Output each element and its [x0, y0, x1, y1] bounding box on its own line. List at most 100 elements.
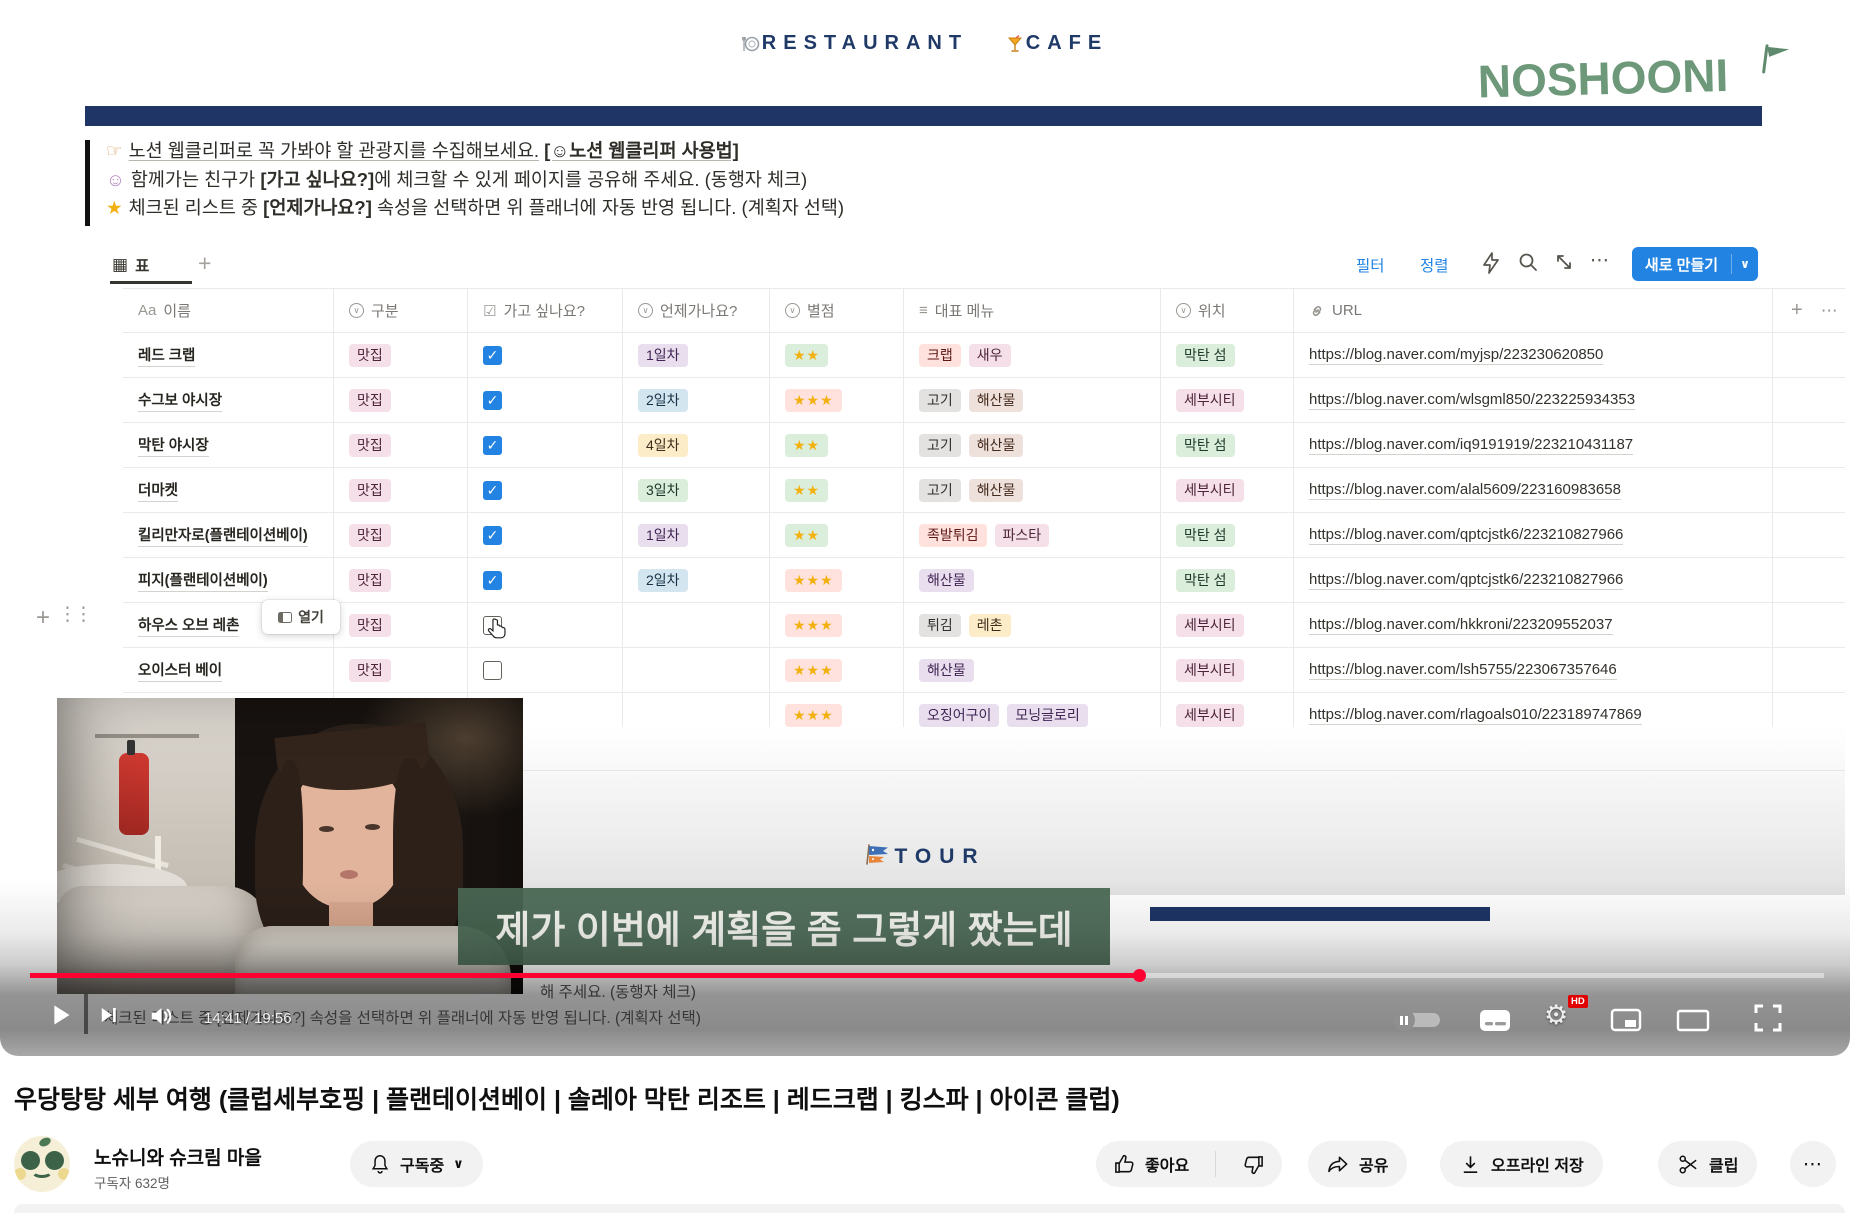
cell-rating[interactable]: ★★★ [770, 648, 904, 692]
cell-day[interactable]: 1일차 [623, 513, 770, 557]
cell-url[interactable]: https://blog.naver.com/myjsp/22323062085… [1294, 333, 1773, 377]
cell-url[interactable]: https://blog.naver.com/wlsgml850/2232259… [1294, 378, 1773, 422]
menu-tag[interactable]: 레촌 [969, 614, 1011, 637]
table-row[interactable]: 레드 크랩맛집✓1일차★★크랩새우막탄 섬https://blog.naver.… [123, 333, 1845, 378]
more-options-icon[interactable]: ⋯ [1590, 249, 1609, 272]
url-link[interactable]: https://blog.naver.com/rlagoals010/22318… [1309, 706, 1642, 725]
cell-location[interactable]: 막탄 섬 [1161, 423, 1294, 467]
cell-url[interactable]: https://blog.naver.com/lsh5755/223067357… [1294, 648, 1773, 692]
page-name-link[interactable]: 레드 크랩 [138, 344, 195, 367]
page-name-link[interactable]: 피지(플랜테이션베이) [138, 569, 268, 592]
category-tag[interactable]: 맛집 [349, 524, 391, 547]
tab-table-view[interactable]: ▦ 표 [112, 250, 149, 280]
location-tag[interactable]: 막탄 섬 [1176, 434, 1235, 457]
page-name-link[interactable]: 오이스터 베이 [138, 659, 222, 682]
location-tag[interactable]: 막탄 섬 [1176, 344, 1235, 367]
progress-scrubber[interactable] [1133, 969, 1146, 982]
cell-rating[interactable]: ★★ [770, 333, 904, 377]
cell-day[interactable]: 3일차 [623, 468, 770, 512]
rating-tag[interactable]: ★★ [785, 434, 828, 457]
menu-tag[interactable]: 해산물 [969, 434, 1024, 457]
column-header-대표 메뉴[interactable]: ≡대표 메뉴 [904, 289, 1161, 332]
column-header-구분[interactable]: ∨구분 [334, 289, 468, 332]
webclipper-guide-link[interactable]: [☺노션 웹클리퍼 사용법] [544, 140, 739, 161]
rating-tag[interactable]: ★★ [785, 344, 828, 367]
table-row[interactable]: 더마켓맛집✓3일차★★고기해산물세부시티https://blog.naver.c… [123, 468, 1845, 513]
page-name-link[interactable]: 더마켓 [138, 479, 178, 502]
cell-want-to-go[interactable]: ✓ [468, 333, 623, 377]
play-button[interactable] [44, 998, 78, 1037]
cell-day[interactable]: 2일차 [623, 558, 770, 602]
cell-menu[interactable]: 튀김레촌 [904, 603, 1161, 647]
rating-tag[interactable]: ★★★ [785, 389, 842, 412]
callout-link[interactable]: 노션 웹클리퍼로 꼭 가봐야 할 관광지를 수집해보세요. [129, 140, 539, 161]
checkbox-checked[interactable]: ✓ [483, 526, 502, 545]
theater-mode-button[interactable] [1676, 1009, 1710, 1037]
add-view-button[interactable]: + [198, 250, 211, 277]
cell-want-to-go[interactable]: ✓ [468, 558, 623, 602]
table-more-icon[interactable]: ⋯ [1821, 301, 1838, 321]
table-row[interactable]: 막탄 야시장맛집✓4일차★★고기해산물막탄 섬https://blog.nave… [123, 423, 1845, 468]
url-link[interactable]: https://blog.naver.com/qptcjstk6/2232108… [1309, 526, 1623, 545]
video-player[interactable]: RESTAURANT CAFE NOSHOONI ☞노션 웹클리퍼로 꼭 가봐야… [0, 0, 1850, 1056]
location-tag[interactable]: 막탄 섬 [1176, 524, 1235, 547]
cell-menu[interactable]: 고기해산물 [904, 468, 1161, 512]
cell-category[interactable]: 맛집 [334, 468, 468, 512]
cell-rating[interactable]: ★★★ [770, 558, 904, 602]
category-tag[interactable]: 맛집 [349, 614, 391, 637]
cell-location[interactable]: 세부시티 [1161, 378, 1294, 422]
page-name-link[interactable]: 막탄 야시장 [138, 434, 209, 457]
cell-rating[interactable]: ★★ [770, 513, 904, 557]
cell-name[interactable]: 레드 크랩 [123, 333, 334, 377]
table-row[interactable]: 오이스터 베이 맛집 ★★★ 해산물 세부시티https://blog.naver.co… [123, 648, 1845, 693]
cell-day[interactable]: 1일차 [623, 333, 770, 377]
menu-tag[interactable]: 오징어구이 [919, 704, 999, 727]
cell-location[interactable]: 세부시티 [1161, 603, 1294, 647]
location-tag[interactable]: 세부시티 [1176, 704, 1244, 727]
cell-rating[interactable]: ★★★ [770, 378, 904, 422]
url-link[interactable]: https://blog.naver.com/hkkroni/223209552… [1309, 616, 1613, 635]
category-tag[interactable]: 맛집 [349, 569, 391, 592]
cell-name[interactable]: 더마켓 [123, 468, 334, 512]
cell-name[interactable]: 오이스터 베이 [123, 648, 334, 692]
column-header-언제가나요?[interactable]: ∨언제가나요? [623, 289, 770, 332]
cell-rating[interactable]: ★★ [770, 423, 904, 467]
cell-rating[interactable]: ★★ [770, 468, 904, 512]
expand-icon[interactable] [1554, 252, 1574, 277]
table-row[interactable]: 하우스 오브 레촌맛집★★★튀김레촌세부시티https://blog.naver… [123, 603, 1845, 648]
url-link[interactable]: https://blog.naver.com/alal5609/22316098… [1309, 481, 1621, 500]
cell-want-to-go[interactable] [468, 648, 623, 692]
cell-category[interactable]: 맛집 [334, 603, 468, 647]
row-drag-handle-icon[interactable]: ⋮⋮ [58, 603, 90, 626]
cell-menu[interactable]: 족발튀김파스타 [904, 513, 1161, 557]
rating-tag[interactable]: ★★ [785, 479, 828, 502]
miniplayer-button[interactable] [1610, 1008, 1642, 1038]
sort-button[interactable]: 정렬 [1420, 254, 1449, 276]
cell-menu[interactable]: 고기해산물 [904, 423, 1161, 467]
url-link[interactable]: https://blog.naver.com/wlsgml850/2232259… [1309, 391, 1635, 410]
checkbox-checked[interactable]: ✓ [483, 571, 502, 590]
cell-location[interactable]: 막탄 섬 [1161, 558, 1294, 602]
day-tag[interactable]: 1일차 [638, 344, 688, 367]
location-tag[interactable]: 세부시티 [1176, 479, 1244, 502]
menu-tag[interactable]: 족발튀김 [919, 524, 987, 547]
url-link[interactable]: https://blog.naver.com/iq9191919/2232104… [1309, 436, 1633, 455]
menu-tag[interactable]: 고기 [919, 389, 961, 412]
cell-name[interactable]: 막탄 야시장 [123, 423, 334, 467]
cell-name[interactable]: 수그보 야시장 [123, 378, 334, 422]
menu-tag[interactable]: 모닝글로리 [1007, 704, 1087, 727]
menu-tag[interactable]: 새우 [969, 344, 1011, 367]
cell-location[interactable]: 막탄 섬 [1161, 333, 1294, 377]
cell-url[interactable]: https://blog.naver.com/qptcjstk6/2232108… [1294, 513, 1773, 557]
cell-category[interactable]: 맛집 [334, 648, 468, 692]
cell-location[interactable]: 세부시티 [1161, 648, 1294, 692]
cell-menu[interactable]: 고기해산물 [904, 378, 1161, 422]
location-tag[interactable]: 세부시티 [1176, 389, 1244, 412]
menu-tag[interactable]: 해산물 [919, 659, 974, 682]
autoplay-toggle[interactable] [1396, 1013, 1440, 1027]
filter-button[interactable]: 필터 [1356, 254, 1385, 276]
category-tag[interactable]: 맛집 [349, 344, 391, 367]
cell-category[interactable]: 맛집 [334, 558, 468, 602]
day-tag[interactable]: 2일차 [638, 569, 688, 592]
settings-gear-icon[interactable]: ⚙ [1544, 1000, 1568, 1031]
